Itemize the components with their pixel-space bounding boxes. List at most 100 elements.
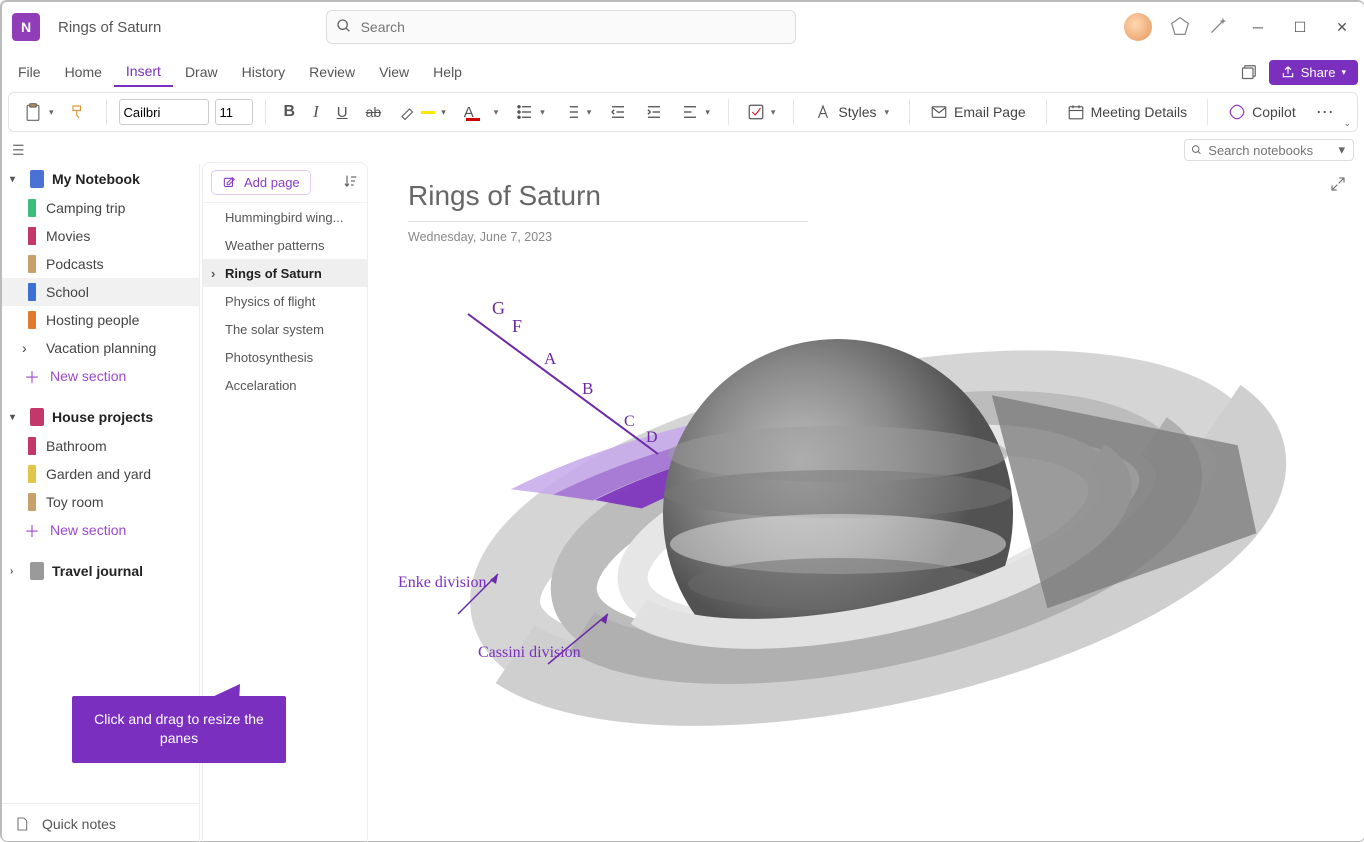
resize-panes-tooltip: Click and drag to resize the panes (72, 696, 286, 763)
menu-home[interactable]: Home (53, 58, 114, 86)
global-search[interactable] (326, 10, 796, 44)
close-button[interactable]: ✕ (1330, 19, 1354, 36)
search-icon (336, 18, 352, 37)
menu-history[interactable]: History (230, 58, 298, 86)
plus-icon: ＋ (24, 364, 40, 388)
page-weather-patterns[interactable]: Weather patterns (203, 231, 367, 259)
new-section-button[interactable]: ＋New section (2, 516, 199, 544)
page-date: Wednesday, June 7, 2023 (408, 230, 1324, 244)
share-label: Share (1301, 65, 1336, 80)
page-canvas[interactable]: Rings of Saturn Wednesday, June 7, 2023 (368, 164, 1364, 842)
bullet-list-button[interactable]: ▾ (510, 99, 551, 125)
workspace: ▾ My Notebook Camping trip Movies Podcas… (2, 164, 1364, 842)
page-physics-of-flight[interactable]: Physics of flight (203, 287, 367, 315)
notebook-travel-journal[interactable]: › Travel journal (2, 556, 199, 586)
menubar: File Home Insert Draw History Review Vie… (2, 52, 1364, 92)
chevron-right-icon: › (10, 566, 22, 577)
hamburger-icon[interactable]: ☰ (12, 142, 25, 159)
ring-label-c: C (624, 413, 635, 430)
ring-label-a: A (544, 349, 557, 368)
chevron-down-icon: ▾ (1338, 142, 1345, 158)
minimize-button[interactable]: ─ (1246, 19, 1270, 35)
numbered-list-button[interactable]: ▾ (557, 99, 598, 125)
page-title[interactable]: Rings of Saturn (408, 180, 1324, 212)
section-toy-room[interactable]: Toy room (2, 488, 199, 516)
search-icon (1191, 143, 1202, 157)
notebook-color-icon (30, 170, 44, 188)
premium-icon[interactable] (1170, 16, 1190, 39)
strikethrough-button[interactable]: ab (360, 100, 388, 124)
new-section-button[interactable]: ＋New section (2, 362, 199, 390)
section-school[interactable]: School (2, 278, 199, 306)
compose-icon (222, 176, 236, 190)
font-size-combo[interactable] (215, 99, 253, 125)
section-color-icon (28, 283, 36, 301)
meeting-details-button[interactable]: Meeting Details (1059, 99, 1196, 125)
expand-icon[interactable] (1330, 176, 1346, 195)
ribbon-collapse-icon[interactable]: ⌄ (1343, 118, 1351, 129)
ring-label-g: G (492, 298, 505, 318)
menu-file[interactable]: File (6, 58, 53, 86)
page-the-solar-system[interactable]: The solar system (203, 315, 367, 343)
section-color-icon (28, 465, 36, 483)
overflow-button[interactable]: ⋯ (1310, 98, 1342, 127)
quick-notes-button[interactable]: Quick notes (2, 803, 199, 842)
maximize-button[interactable]: ☐ (1288, 19, 1312, 36)
section-podcasts[interactable]: Podcasts (2, 250, 199, 278)
share-button[interactable]: Share ▾ (1269, 60, 1358, 85)
notebook-my-notebook[interactable]: ▾ My Notebook (2, 164, 199, 194)
menu-insert[interactable]: Insert (114, 57, 173, 87)
user-avatar[interactable] (1124, 13, 1152, 41)
wand-icon[interactable] (1208, 16, 1228, 39)
menu-review[interactable]: Review (297, 58, 367, 86)
highlight-button[interactable]: ▾ (393, 99, 452, 125)
font-name-combo[interactable] (119, 99, 209, 125)
copilot-button[interactable]: Copilot (1220, 99, 1304, 125)
search-notebooks-input[interactable] (1208, 143, 1332, 158)
todo-tag-button[interactable]: ▾ (741, 99, 782, 125)
align-button[interactable]: ▾ (675, 99, 716, 125)
search-input[interactable] (326, 10, 796, 44)
section-color-icon (28, 199, 36, 217)
add-page-button[interactable]: Add page (211, 170, 311, 195)
menu-draw[interactable]: Draw (173, 58, 230, 86)
page-icon (14, 816, 30, 832)
menu-help[interactable]: Help (421, 58, 474, 86)
page-photosynthesis[interactable]: Photosynthesis (203, 343, 367, 371)
page-accelaration[interactable]: Accelaration (203, 371, 367, 399)
page-rings-of-saturn[interactable]: Rings of Saturn (203, 259, 367, 287)
font-color-button[interactable]: A▾ (458, 100, 505, 125)
section-garden-and-yard[interactable]: Garden and yard (2, 460, 199, 488)
sort-icon[interactable] (343, 173, 359, 192)
outdent-button[interactable] (603, 99, 633, 125)
chevron-down-icon: ▾ (10, 412, 22, 423)
paste-button[interactable]: ▾ (17, 97, 60, 127)
underline-button[interactable]: U (331, 100, 354, 125)
email-page-button[interactable]: Email Page (922, 99, 1034, 125)
notebook-house-projects[interactable]: ▾ House projects (2, 402, 199, 432)
section-movies[interactable]: Movies (2, 222, 199, 250)
indent-button[interactable] (639, 99, 669, 125)
plus-icon: ＋ (24, 518, 40, 542)
italic-button[interactable]: I (307, 98, 325, 126)
section-nav: ▾ My Notebook Camping trip Movies Podcas… (2, 164, 200, 842)
ribbon: ▾ B I U ab ▾ A▾ ▾ ▾ ▾ ▾ Styles▾ Email Pa… (8, 92, 1358, 132)
ring-label-d: D (646, 429, 658, 446)
section-color-icon (28, 227, 36, 245)
search-notebooks[interactable]: ▾ (1184, 139, 1354, 161)
styles-button[interactable]: Styles▾ (806, 99, 897, 125)
app-icon: N (12, 13, 40, 41)
section-group-vacation-planning[interactable]: ›Vacation planning (2, 334, 199, 362)
format-painter-button[interactable] (64, 99, 94, 125)
open-in-new-icon[interactable] (1241, 62, 1259, 83)
section-color-icon (28, 493, 36, 511)
menu-view[interactable]: View (367, 58, 421, 86)
bold-button[interactable]: B (278, 99, 302, 125)
section-hosting-people[interactable]: Hosting people (2, 306, 199, 334)
annotation-cassini: Cassini division (478, 644, 581, 662)
section-camping-trip[interactable]: Camping trip (2, 194, 199, 222)
section-color-icon (28, 311, 36, 329)
chevron-down-icon: ▾ (10, 174, 22, 185)
section-bathroom[interactable]: Bathroom (2, 432, 199, 460)
page-hummingbird[interactable]: Hummingbird wing... (203, 203, 367, 231)
